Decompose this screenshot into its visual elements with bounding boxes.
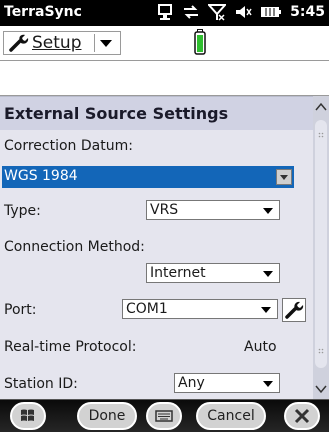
chevron-down-icon[interactable] bbox=[261, 307, 271, 313]
type-value: VRS bbox=[150, 202, 179, 218]
sync-icon[interactable] bbox=[182, 3, 200, 21]
toolbar: Setup bbox=[0, 26, 329, 61]
status-bar: TerraSync 5:45 bbox=[0, 0, 329, 26]
cancel-button[interactable]: Cancel bbox=[196, 402, 266, 430]
volume-icon[interactable] bbox=[234, 3, 252, 21]
port-select[interactable]: COM1 bbox=[122, 299, 278, 319]
scroll-thumb[interactable] bbox=[315, 120, 327, 368]
setup-menu-button[interactable]: Setup bbox=[3, 31, 121, 55]
wrench-icon bbox=[9, 34, 29, 52]
wrench-icon bbox=[285, 301, 304, 319]
chevron-down-icon[interactable] bbox=[263, 381, 273, 387]
status-icons: 5:45 bbox=[156, 3, 325, 21]
battery-icon[interactable] bbox=[260, 3, 282, 21]
keyboard-button[interactable] bbox=[146, 402, 182, 430]
type-select[interactable]: VRS bbox=[146, 200, 280, 220]
settings-form: External Source Settings Correction Datu… bbox=[0, 96, 313, 400]
port-label: Port: bbox=[4, 302, 37, 318]
chevron-down-icon[interactable] bbox=[100, 40, 112, 47]
connection-method-value: Internet bbox=[150, 265, 206, 281]
close-icon bbox=[294, 408, 310, 424]
correction-datum-value: WGS 1984 bbox=[4, 168, 78, 184]
keyboard-icon bbox=[155, 410, 173, 422]
divider bbox=[94, 34, 95, 52]
gnss-battery-icon[interactable] bbox=[194, 29, 206, 55]
start-button[interactable] bbox=[10, 402, 46, 430]
form-header: External Source Settings bbox=[0, 96, 313, 130]
chevron-down-icon[interactable] bbox=[276, 169, 292, 185]
done-label: Done bbox=[88, 408, 126, 424]
clock[interactable]: 5:45 bbox=[290, 4, 325, 20]
correction-datum-select[interactable]: WGS 1984 bbox=[2, 166, 294, 188]
connection-icon[interactable] bbox=[156, 3, 174, 21]
scroll-up-icon[interactable] bbox=[313, 96, 329, 118]
station-id-label: Station ID: bbox=[4, 376, 78, 392]
app-title: TerraSync bbox=[4, 4, 82, 20]
correction-datum-label: Correction Datum: bbox=[4, 138, 133, 154]
form-title: External Source Settings bbox=[4, 104, 229, 123]
connection-method-label: Connection Method: bbox=[4, 239, 145, 255]
windows-logo-icon bbox=[21, 409, 34, 421]
done-button[interactable]: Done bbox=[77, 402, 137, 430]
port-settings-button[interactable] bbox=[282, 298, 306, 322]
cancel-label: Cancel bbox=[207, 408, 255, 424]
port-value: COM1 bbox=[126, 301, 168, 317]
rt-protocol-value: Auto bbox=[244, 339, 277, 355]
no-signal-icon[interactable] bbox=[208, 3, 227, 21]
close-button[interactable] bbox=[284, 402, 320, 430]
chevron-down-icon[interactable] bbox=[263, 208, 273, 214]
setup-label: Setup bbox=[32, 33, 82, 53]
station-id-select[interactable]: Any bbox=[174, 373, 280, 393]
rt-protocol-label: Real-time Protocol: bbox=[4, 339, 137, 355]
softkey-bar: Done Cancel bbox=[0, 399, 329, 432]
divider bbox=[0, 399, 329, 400]
chevron-down-icon[interactable] bbox=[263, 271, 273, 277]
station-id-value: Any bbox=[178, 375, 205, 391]
connection-method-select[interactable]: Internet bbox=[146, 263, 280, 283]
grip-icon bbox=[318, 132, 324, 138]
type-label: Type: bbox=[4, 203, 41, 219]
scroll-down-icon[interactable] bbox=[313, 378, 329, 400]
info-strip bbox=[0, 61, 329, 96]
vertical-scrollbar[interactable] bbox=[313, 96, 329, 400]
grip-icon bbox=[318, 348, 324, 354]
